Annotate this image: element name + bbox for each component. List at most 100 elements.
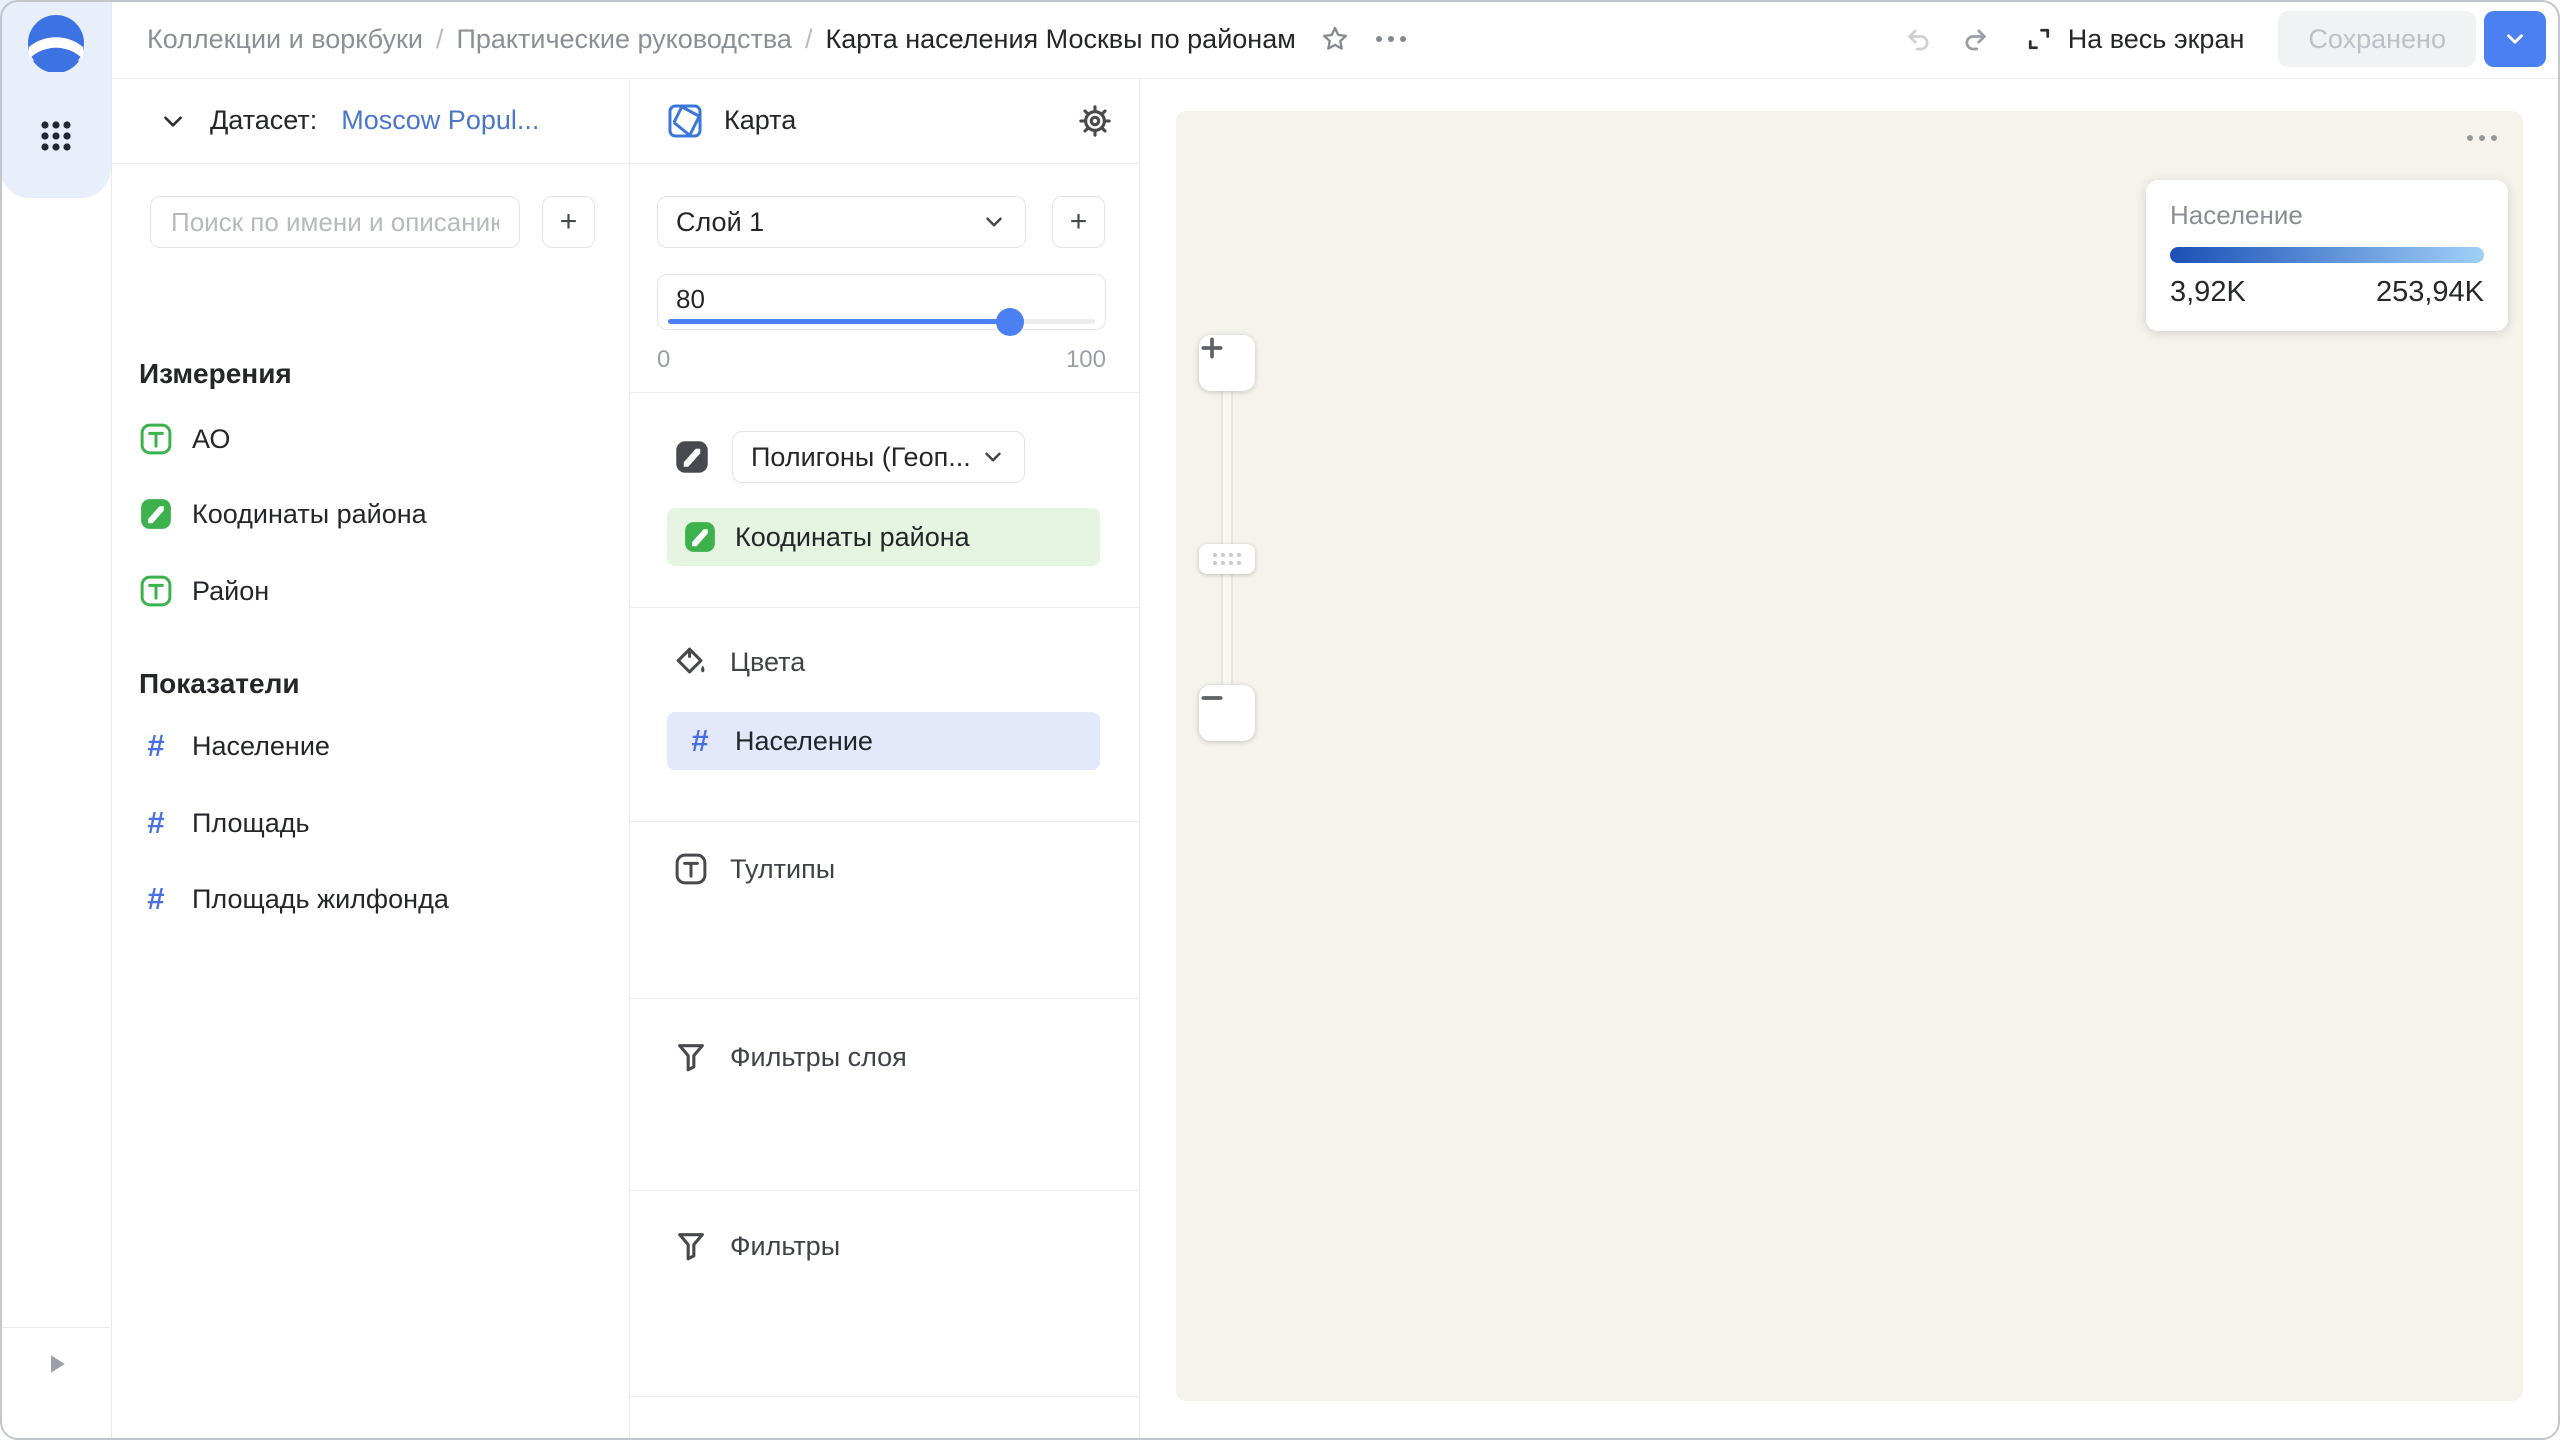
funnel-icon bbox=[674, 1040, 708, 1074]
chart-type-header: Карта bbox=[630, 78, 1139, 164]
zoom-slider-handle[interactable] bbox=[1199, 544, 1255, 574]
measures-title: Показатели bbox=[139, 668, 300, 700]
field-population[interactable]: # Население bbox=[139, 720, 330, 772]
layer-filters-section[interactable]: Фильтры слоя bbox=[674, 1040, 907, 1074]
colors-section: Цвета bbox=[674, 645, 805, 679]
legend-max: 253,94K bbox=[2376, 276, 2484, 309]
geotype-select-value: Полигоны (Геоп... bbox=[751, 442, 971, 473]
legend-min: 3,92K bbox=[2170, 276, 2246, 309]
number-field-icon: # bbox=[139, 881, 173, 917]
zoom-slider-track[interactable] bbox=[1222, 389, 1233, 685]
tooltips-title: Тултипы bbox=[730, 854, 835, 885]
field-ao[interactable]: АО bbox=[139, 413, 230, 465]
tooltips-section[interactable]: Тултипы bbox=[674, 852, 835, 886]
chip-label: Население bbox=[735, 726, 873, 757]
opacity-value: 80 bbox=[676, 284, 705, 315]
breadcrumb-collections[interactable]: Коллекции и воркбуки bbox=[147, 24, 423, 55]
geopolygon-icon bbox=[674, 439, 710, 475]
datalens-logo[interactable] bbox=[27, 14, 85, 77]
collapse-arrow-icon[interactable] bbox=[41, 1349, 71, 1384]
text-field-icon bbox=[139, 574, 173, 608]
colors-title: Цвета bbox=[730, 647, 805, 678]
opacity-scale: 0 100 bbox=[657, 346, 1106, 374]
legend-title: Население bbox=[2170, 200, 2484, 231]
opacity-slider-fill bbox=[668, 319, 1010, 324]
dataset-label: Датасет: bbox=[210, 105, 317, 136]
field-area[interactable]: # Площадь bbox=[139, 797, 310, 849]
dataset-panel: Датасет: Moscow Popul... + Измерения АО … bbox=[111, 78, 630, 1440]
fullscreen-icon[interactable] bbox=[2024, 24, 2054, 54]
map-chart-icon bbox=[666, 102, 704, 140]
geopolygon-section: Полигоны (Геоп... bbox=[674, 431, 1025, 483]
redo-icon[interactable] bbox=[1960, 24, 1990, 54]
number-field-icon: # bbox=[139, 728, 173, 764]
undo-icon[interactable] bbox=[1904, 24, 1934, 54]
fullscreen-label[interactable]: На весь экран bbox=[2068, 24, 2245, 55]
chevron-down-icon bbox=[2502, 26, 2528, 52]
geopolygon-field-icon bbox=[683, 520, 717, 554]
chevron-down-icon[interactable] bbox=[160, 108, 186, 134]
opacity-min: 0 bbox=[657, 346, 670, 374]
filters-section[interactable]: Фильтры bbox=[674, 1229, 840, 1263]
field-label: Площадь bbox=[192, 808, 310, 839]
text-field-icon bbox=[139, 422, 173, 456]
paint-bucket-icon bbox=[674, 645, 708, 679]
search-input[interactable] bbox=[150, 196, 520, 248]
geopolygon-field-chip[interactable]: Коодинаты района bbox=[667, 508, 1100, 566]
breadcrumb-separator: / bbox=[805, 24, 813, 55]
opacity-max: 100 bbox=[1066, 346, 1106, 374]
geotype-select[interactable]: Полигоны (Геоп... bbox=[732, 431, 1025, 483]
divider bbox=[630, 998, 1139, 999]
breadcrumb-separator: / bbox=[436, 24, 444, 55]
zoom-out-button[interactable] bbox=[1199, 685, 1255, 741]
apps-grid-icon[interactable] bbox=[38, 118, 74, 159]
field-label: Район bbox=[192, 576, 269, 607]
field-district-coordinates[interactable]: Коодинаты района bbox=[139, 488, 427, 540]
funnel-icon bbox=[674, 1229, 708, 1263]
divider bbox=[630, 1396, 1139, 1397]
saved-button[interactable]: Сохранено bbox=[2278, 11, 2476, 67]
chevron-down-icon bbox=[981, 209, 1007, 235]
layer-select-value: Слой 1 bbox=[676, 207, 764, 238]
map-more-icon[interactable] bbox=[2467, 135, 2497, 141]
dataset-header: Датасет: Moscow Popul... bbox=[111, 78, 629, 164]
number-field-icon: # bbox=[683, 723, 717, 759]
field-label: АО bbox=[192, 424, 230, 455]
chart-settings-panel: Карта Слой 1 + 80 0 100 bbox=[630, 78, 1140, 1440]
dataset-name-link[interactable]: Moscow Popul... bbox=[341, 105, 539, 136]
zoom-in-button[interactable] bbox=[1199, 335, 1255, 391]
more-actions-icon[interactable] bbox=[1374, 34, 1408, 44]
add-field-button[interactable]: + bbox=[542, 196, 595, 248]
divider bbox=[630, 392, 1139, 393]
gear-icon[interactable] bbox=[1078, 104, 1112, 138]
divider bbox=[630, 607, 1139, 608]
divider bbox=[630, 821, 1139, 822]
chevron-down-icon bbox=[980, 444, 1006, 470]
field-label: Площадь жилфонда bbox=[192, 884, 449, 915]
map-zoom-control bbox=[1199, 335, 1255, 391]
legend-gradient-bar bbox=[2170, 247, 2484, 263]
field-district[interactable]: Район bbox=[139, 565, 269, 617]
breadcrumb-guides[interactable]: Практические руководства bbox=[456, 24, 791, 55]
save-dropdown-button[interactable] bbox=[2484, 11, 2546, 67]
chart-type-title: Карта bbox=[724, 105, 796, 136]
number-field-icon: # bbox=[139, 805, 173, 841]
chip-label: Коодинаты района bbox=[735, 522, 970, 553]
field-label: Коодинаты района bbox=[192, 499, 427, 530]
map-canvas[interactable]: Население 3,92K 253,94K bbox=[1176, 111, 2523, 1401]
layer-opacity-control: 80 bbox=[657, 274, 1106, 330]
topbar: Коллекции и воркбуки / Практические руко… bbox=[111, 0, 2560, 79]
opacity-slider-thumb[interactable] bbox=[996, 308, 1024, 336]
divider bbox=[630, 1190, 1139, 1191]
field-housing-area[interactable]: # Площадь жилфонда bbox=[139, 873, 449, 925]
add-layer-button[interactable]: + bbox=[1052, 196, 1105, 248]
tooltip-icon bbox=[674, 852, 708, 886]
page-title: Карта населения Москвы по районам bbox=[825, 24, 1295, 55]
rail-divider bbox=[0, 1327, 110, 1328]
layer-filters-title: Фильтры слоя bbox=[730, 1042, 907, 1073]
opacity-slider[interactable] bbox=[668, 319, 1095, 324]
layer-select[interactable]: Слой 1 bbox=[657, 196, 1026, 248]
favorite-star-icon[interactable] bbox=[1320, 24, 1350, 54]
filters-title: Фильтры bbox=[730, 1231, 840, 1262]
colors-field-chip[interactable]: # Население bbox=[667, 712, 1100, 770]
